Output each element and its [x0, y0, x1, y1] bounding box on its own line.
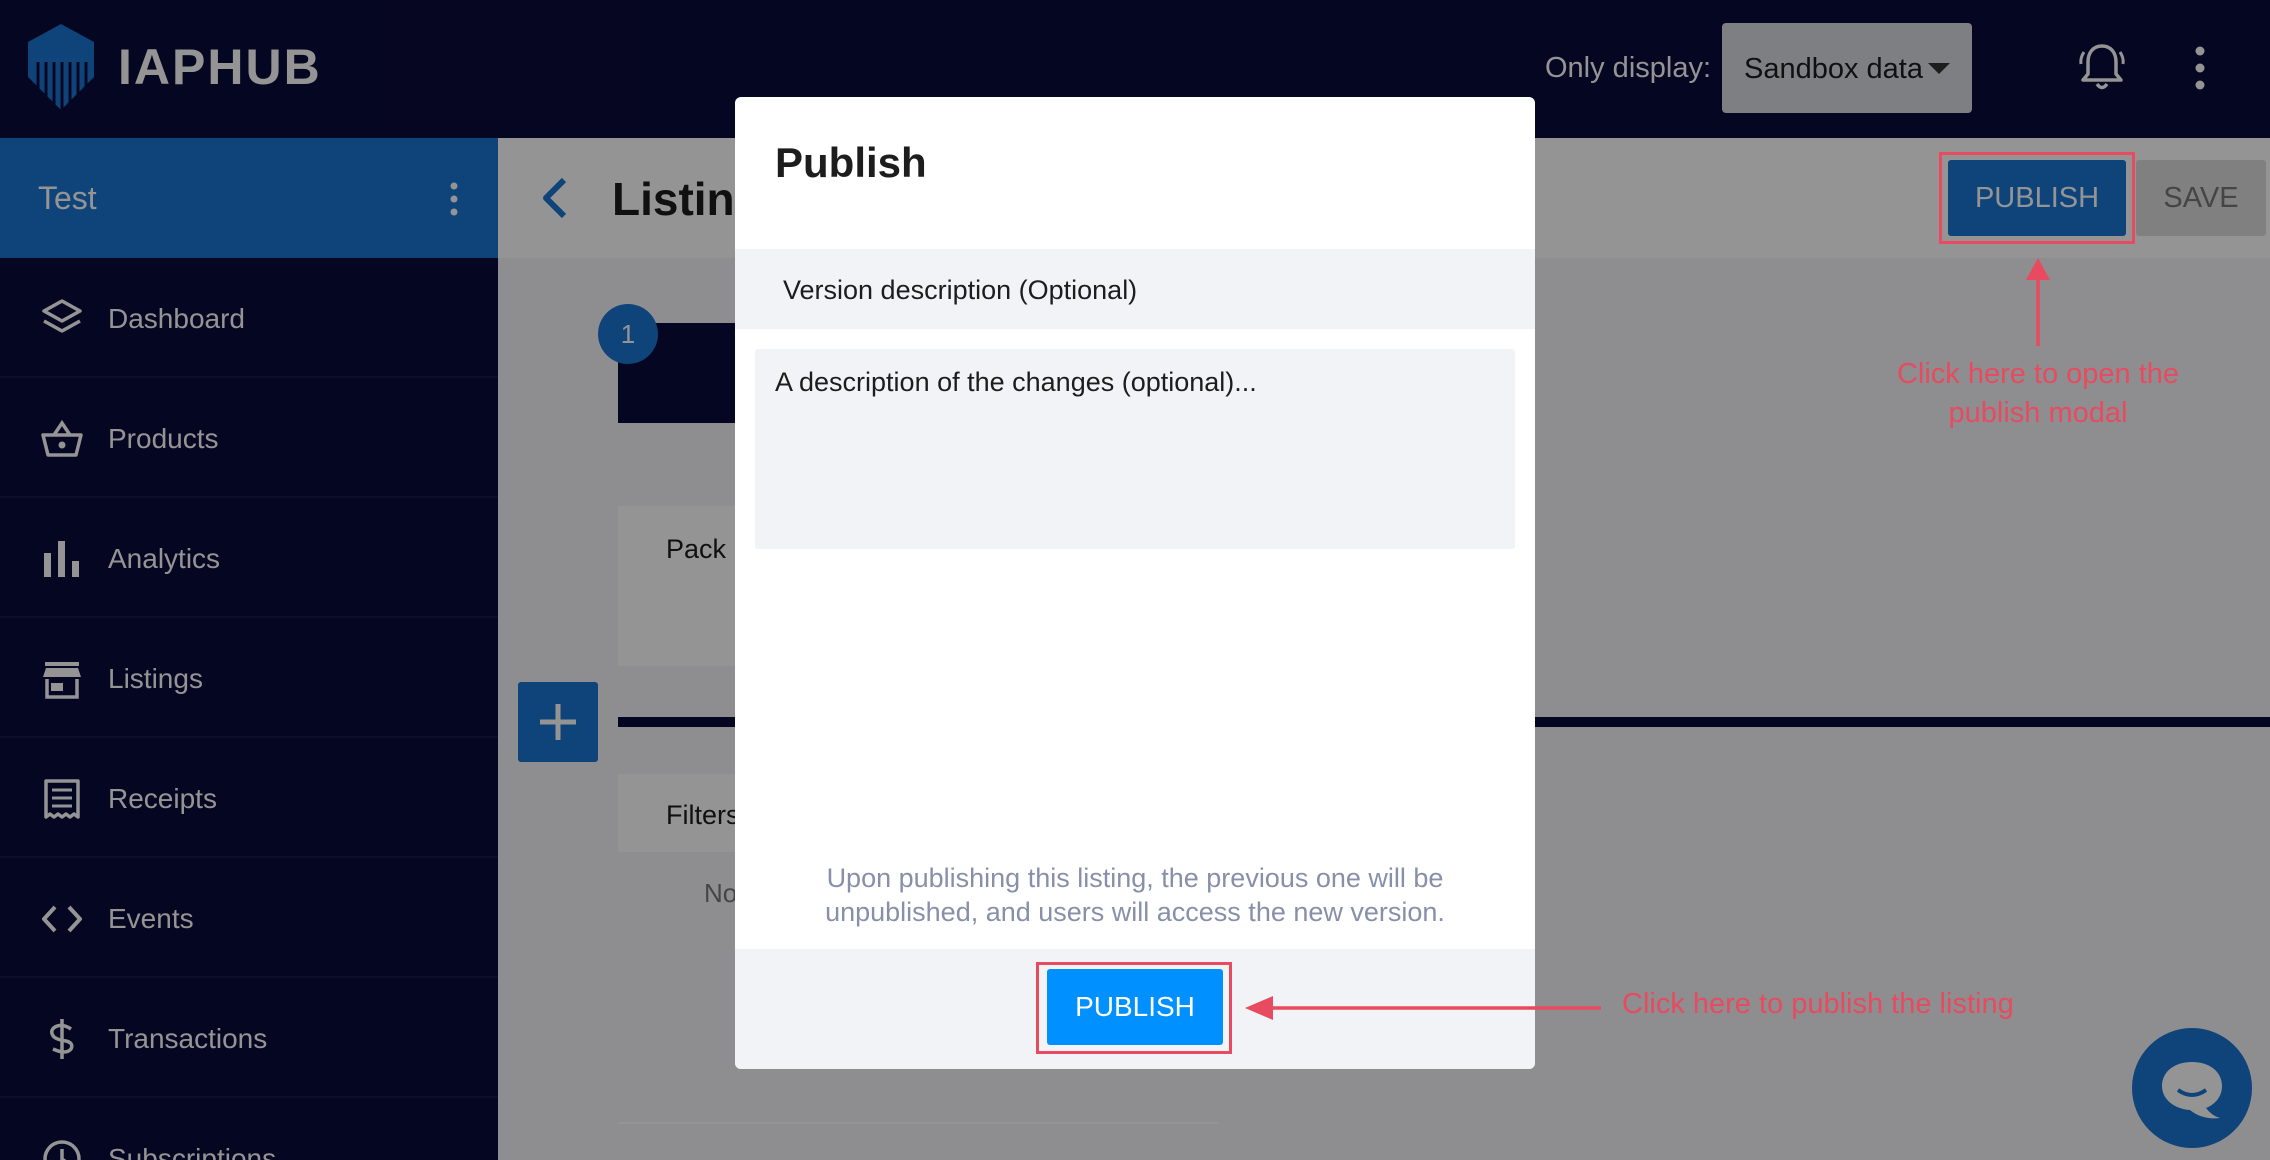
- annotation-bottom-text: Click here to publish the listing: [1622, 988, 2014, 1020]
- arrow-left-icon: [1245, 996, 1601, 1020]
- annotation-highlight-publish: [1939, 152, 2135, 244]
- modal-title: Publish: [775, 139, 927, 186]
- publish-notice: Upon publishing this listing, the previo…: [825, 863, 1445, 927]
- version-description-label: Version description (Optional): [783, 275, 1138, 305]
- version-description-input[interactable]: [755, 349, 1515, 549]
- arrow-up-icon: [2026, 258, 2050, 346]
- field-label-bar: Version description (Optional): [735, 249, 1535, 329]
- annotation-top-text: Click here to open the publish modal: [1896, 358, 2180, 429]
- annotation-highlight-confirm: [1036, 962, 1232, 1054]
- publish-modal: Publish Version description (Optional) U…: [735, 97, 1535, 1069]
